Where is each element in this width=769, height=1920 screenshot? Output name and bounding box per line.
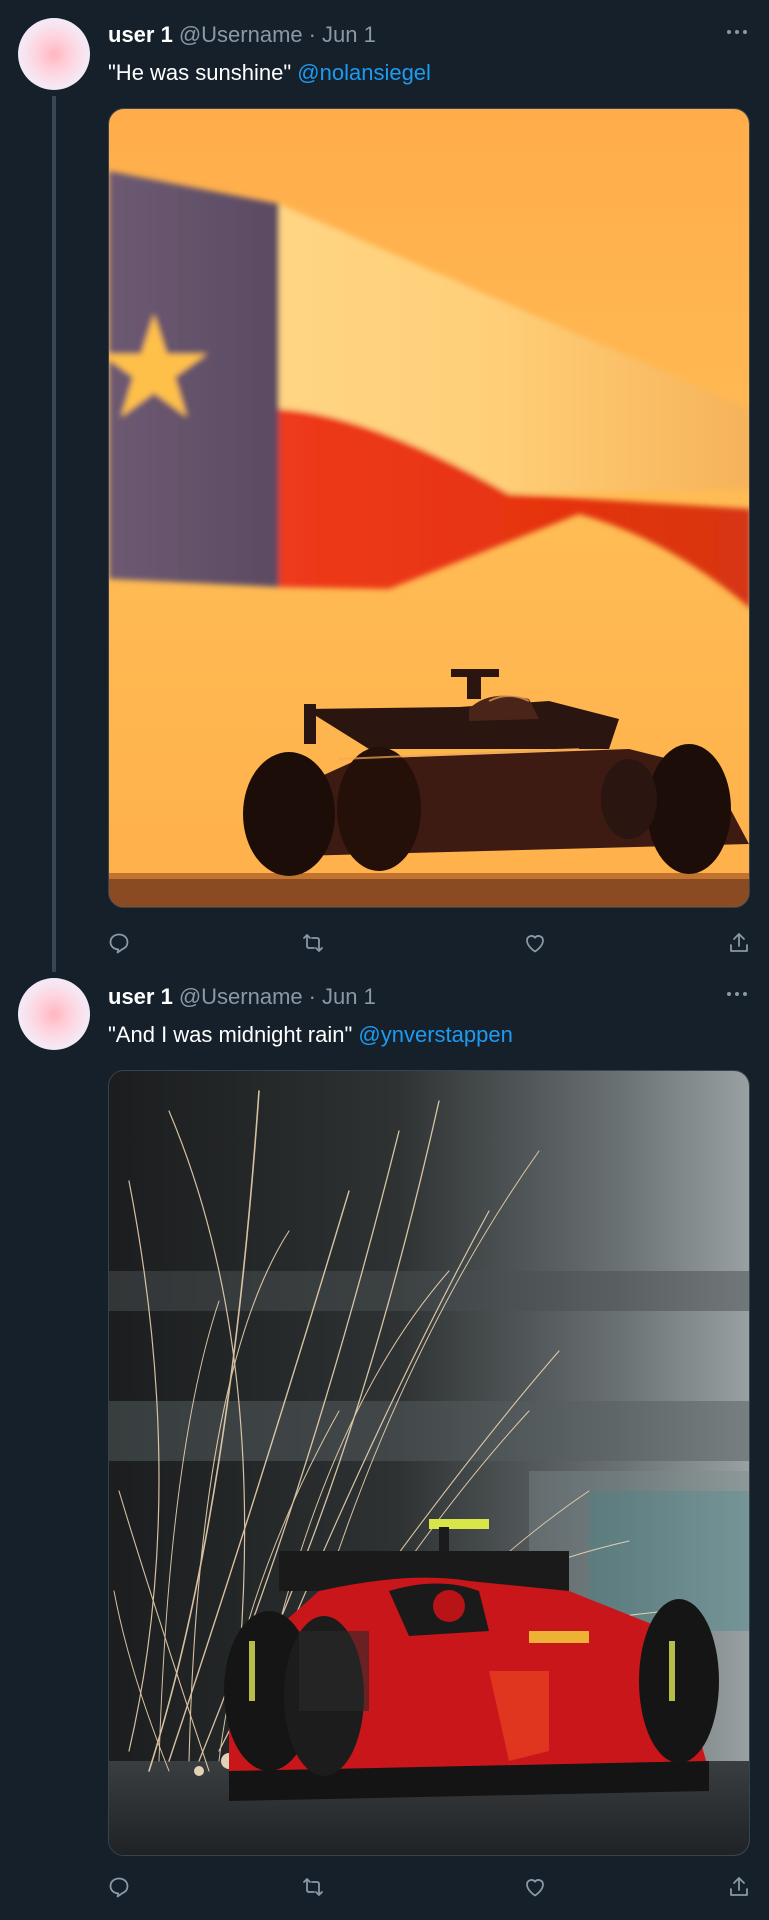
tweet-text: "And I was midnight rain" @ynverstappen — [108, 1022, 513, 1048]
tweet-body: "He was sunshine" — [108, 60, 298, 85]
tweet[interactable]: user 1 @Username · Jun 1 "And I was midn… — [0, 960, 769, 1920]
avatar[interactable] — [18, 978, 90, 1050]
tweet-media[interactable] — [108, 1070, 750, 1856]
thread-line — [52, 96, 56, 972]
display-name[interactable]: user 1 — [108, 22, 173, 48]
tweet-text: "He was sunshine" @nolansiegel — [108, 60, 431, 86]
share-icon[interactable] — [724, 928, 754, 958]
tweet[interactable]: user 1 @Username · Jun 1 "He was sunshin… — [0, 0, 769, 972]
tweet-header: user 1 @Username · Jun 1 — [108, 20, 376, 50]
tweet-media[interactable] — [108, 108, 750, 908]
mention-link[interactable]: @ynverstappen — [358, 1022, 512, 1047]
more-icon[interactable] — [720, 984, 754, 1004]
username-handle[interactable]: @Username — [179, 22, 303, 48]
separator: · — [308, 22, 316, 47]
tweet-date[interactable]: Jun 1 — [322, 22, 376, 48]
retweet-icon[interactable] — [298, 1872, 328, 1902]
tweet-header: user 1 @Username · Jun 1 — [108, 982, 376, 1012]
tweet-actions — [108, 1872, 750, 1902]
tweet-actions — [108, 928, 750, 958]
mention-link[interactable]: @nolansiegel — [297, 60, 431, 85]
more-icon[interactable] — [720, 22, 754, 42]
like-icon[interactable] — [520, 928, 550, 958]
tweet-date[interactable]: Jun 1 — [322, 984, 376, 1010]
reply-icon[interactable] — [104, 928, 134, 958]
share-icon[interactable] — [724, 1872, 754, 1902]
tweet-body: "And I was midnight rain" — [108, 1022, 359, 1047]
reply-icon[interactable] — [104, 1872, 134, 1902]
f1-sparks-photo — [109, 1071, 749, 1855]
display-name[interactable]: user 1 — [108, 984, 173, 1010]
retweet-icon[interactable] — [298, 928, 328, 958]
f1-flag-photo — [109, 109, 749, 907]
like-icon[interactable] — [520, 1872, 550, 1902]
username-handle[interactable]: @Username — [179, 984, 303, 1010]
avatar[interactable] — [18, 18, 90, 90]
separator: · — [308, 984, 316, 1009]
